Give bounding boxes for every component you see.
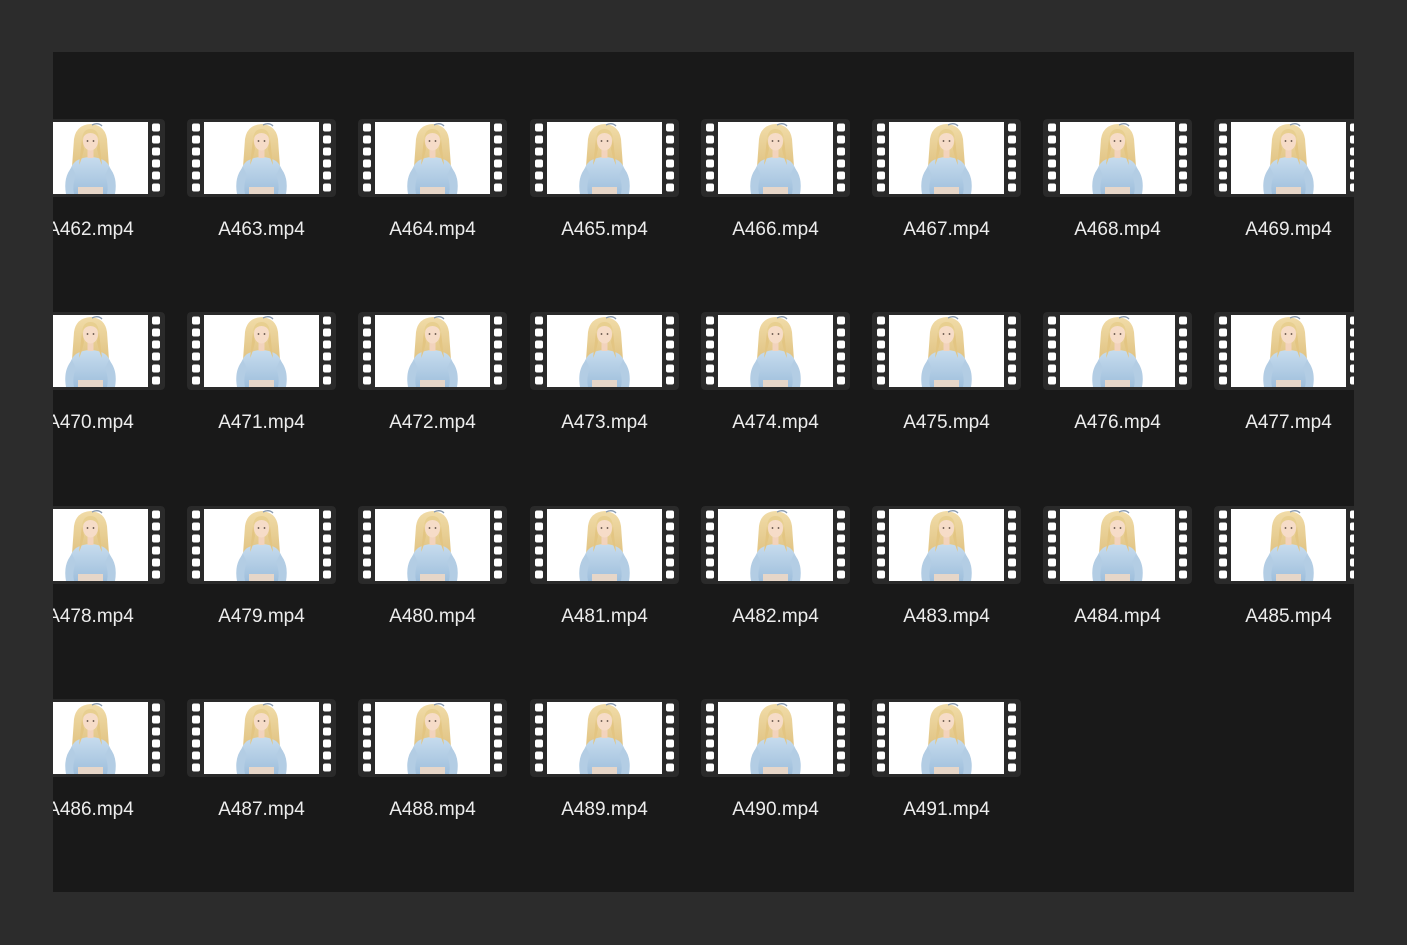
video-thumbnail-icon — [530, 506, 679, 584]
file-item[interactable]: A486.mp4 — [53, 699, 187, 820]
file-item[interactable]: A468.mp4 — [1043, 119, 1214, 240]
file-name-label: A466.mp4 — [732, 219, 819, 240]
file-item[interactable]: A490.mp4 — [701, 699, 872, 820]
file-name-label: A479.mp4 — [218, 606, 305, 627]
video-thumbnail-icon — [1043, 119, 1192, 197]
video-thumbnail-icon — [872, 699, 1021, 777]
file-name-label: A489.mp4 — [561, 799, 648, 820]
file-name-label: A464.mp4 — [389, 219, 476, 240]
file-item[interactable]: A491.mp4 — [872, 699, 1043, 820]
file-name-label: A477.mp4 — [1245, 412, 1332, 433]
video-thumbnail-icon — [530, 119, 679, 197]
file-item[interactable]: A467.mp4 — [872, 119, 1043, 240]
video-thumbnail-icon — [187, 699, 336, 777]
file-name-label: A467.mp4 — [903, 219, 990, 240]
file-name-label: A469.mp4 — [1245, 219, 1332, 240]
video-thumbnail-icon — [701, 699, 850, 777]
video-thumbnail-icon — [1214, 312, 1354, 390]
file-item[interactable]: A471.mp4 — [187, 312, 358, 433]
video-thumbnail-icon — [1214, 506, 1354, 584]
file-item[interactable]: A469.mp4 — [1214, 119, 1354, 240]
video-thumbnail-icon — [53, 699, 165, 777]
video-thumbnail-icon — [1214, 119, 1354, 197]
video-thumbnail-icon — [53, 312, 165, 390]
file-name-label: A471.mp4 — [218, 412, 305, 433]
file-item[interactable]: A476.mp4 — [1043, 312, 1214, 433]
file-name-label: A485.mp4 — [1245, 606, 1332, 627]
video-thumbnail-icon — [530, 699, 679, 777]
video-thumbnail-icon — [358, 506, 507, 584]
file-name-label: A468.mp4 — [1074, 219, 1161, 240]
file-item[interactable]: A488.mp4 — [358, 699, 529, 820]
file-name-label: A487.mp4 — [218, 799, 305, 820]
video-thumbnail-icon — [872, 506, 1021, 584]
file-name-label: A463.mp4 — [218, 219, 305, 240]
video-thumbnail-icon — [358, 119, 507, 197]
file-view-pane[interactable]: A462.mp4 A463.mp4 A464.mp4 A465.mp4 A466.mp4… — [53, 52, 1354, 892]
video-thumbnail-icon — [530, 312, 679, 390]
video-thumbnail-icon — [872, 312, 1021, 390]
file-item[interactable]: A473.mp4 — [530, 312, 701, 433]
file-name-label: A472.mp4 — [389, 412, 476, 433]
file-item[interactable]: A463.mp4 — [187, 119, 358, 240]
file-item[interactable]: A474.mp4 — [701, 312, 872, 433]
file-item[interactable]: A470.mp4 — [53, 312, 187, 433]
video-thumbnail-icon — [1043, 312, 1192, 390]
video-thumbnail-icon — [358, 312, 507, 390]
video-thumbnail-icon — [701, 312, 850, 390]
file-item[interactable]: A462.mp4 — [53, 119, 187, 240]
file-name-label: A488.mp4 — [389, 799, 476, 820]
file-name-label: A490.mp4 — [732, 799, 819, 820]
file-item[interactable]: A482.mp4 — [701, 506, 872, 627]
file-name-label: A483.mp4 — [903, 606, 990, 627]
file-name-label: A465.mp4 — [561, 219, 648, 240]
video-thumbnail-icon — [1043, 506, 1192, 584]
video-thumbnail-icon — [358, 699, 507, 777]
file-item[interactable]: A475.mp4 — [872, 312, 1043, 433]
file-item[interactable]: A465.mp4 — [530, 119, 701, 240]
file-name-label: A481.mp4 — [561, 606, 648, 627]
file-name-label: A482.mp4 — [732, 606, 819, 627]
file-item[interactable]: A478.mp4 — [53, 506, 187, 627]
file-name-label: A480.mp4 — [389, 606, 476, 627]
file-grid: A462.mp4 A463.mp4 A464.mp4 A465.mp4 A466.mp4… — [53, 52, 1354, 892]
video-thumbnail-icon — [701, 506, 850, 584]
file-name-label: A470.mp4 — [53, 412, 134, 433]
file-item[interactable]: A487.mp4 — [187, 699, 358, 820]
file-item[interactable]: A464.mp4 — [358, 119, 529, 240]
file-item[interactable]: A480.mp4 — [358, 506, 529, 627]
file-item[interactable]: A479.mp4 — [187, 506, 358, 627]
file-item[interactable]: A484.mp4 — [1043, 506, 1214, 627]
file-name-label: A462.mp4 — [53, 219, 134, 240]
file-name-label: A491.mp4 — [903, 799, 990, 820]
video-thumbnail-icon — [53, 506, 165, 584]
file-item[interactable]: A485.mp4 — [1214, 506, 1354, 627]
video-thumbnail-icon — [187, 119, 336, 197]
file-name-label: A475.mp4 — [903, 412, 990, 433]
file-name-label: A474.mp4 — [732, 412, 819, 433]
file-item[interactable]: A483.mp4 — [872, 506, 1043, 627]
video-thumbnail-icon — [872, 119, 1021, 197]
video-thumbnail-icon — [53, 119, 165, 197]
video-thumbnail-icon — [187, 506, 336, 584]
file-name-label: A476.mp4 — [1074, 412, 1161, 433]
file-item[interactable]: A477.mp4 — [1214, 312, 1354, 433]
file-item[interactable]: A481.mp4 — [530, 506, 701, 627]
video-thumbnail-icon — [701, 119, 850, 197]
file-name-label: A486.mp4 — [53, 799, 134, 820]
file-item[interactable]: A466.mp4 — [701, 119, 872, 240]
file-name-label: A473.mp4 — [561, 412, 648, 433]
file-name-label: A478.mp4 — [53, 606, 134, 627]
file-item[interactable]: A472.mp4 — [358, 312, 529, 433]
file-name-label: A484.mp4 — [1074, 606, 1161, 627]
video-thumbnail-icon — [187, 312, 336, 390]
file-item[interactable]: A489.mp4 — [530, 699, 701, 820]
